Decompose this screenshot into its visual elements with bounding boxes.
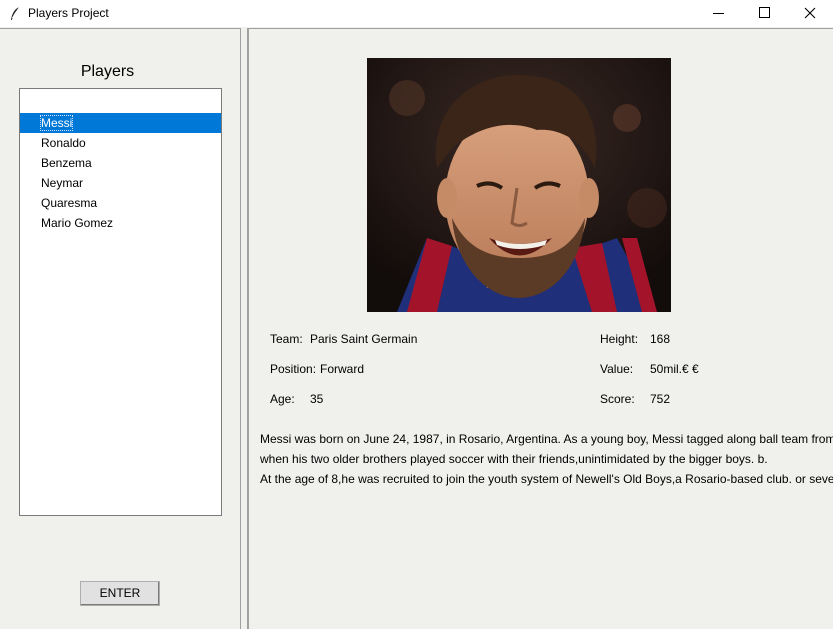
score-value: 752: [650, 392, 671, 406]
position-label: Position:: [270, 362, 317, 376]
list-item-neymar[interactable]: Neymar: [20, 173, 221, 193]
close-button[interactable]: [787, 0, 833, 27]
list-item-benzema[interactable]: Benzema: [20, 153, 221, 173]
player-photo: [367, 58, 671, 312]
team-label: Team:: [270, 332, 303, 346]
bio-line: Messi was born on June 24, 1987, in Rosa…: [260, 432, 833, 446]
feather-icon: [11, 6, 20, 20]
maximize-button[interactable]: [741, 0, 787, 27]
maximize-icon: [759, 7, 770, 18]
list-item-ronaldo[interactable]: Ronaldo: [20, 133, 221, 153]
player-details-panel: Team: Paris Saint Germain Position: Forw…: [247, 28, 833, 629]
list-item-quaresma[interactable]: Quaresma: [20, 193, 221, 213]
players-listbox[interactable]: Messi Ronaldo Benzema Neymar Quaresma Ma…: [19, 88, 222, 516]
list-item-messi[interactable]: Messi: [20, 113, 221, 133]
height-value: 168: [650, 332, 671, 346]
team-value: Paris Saint Germain: [310, 332, 418, 346]
value-label: Value:: [600, 362, 634, 376]
age-label: Age:: [270, 392, 295, 406]
list-item-mario-gomez[interactable]: Mario Gomez: [20, 213, 221, 233]
window-title: Players Project: [28, 6, 109, 20]
bio-line: At the age of 8,he was recruited to join…: [260, 472, 833, 486]
close-icon: [804, 7, 816, 19]
title-bar: Players Project: [0, 0, 833, 27]
minimize-icon: [713, 13, 724, 14]
minimize-button[interactable]: [695, 0, 741, 27]
age-value: 35: [310, 392, 324, 406]
player-bio: Messi was born on June 24, 1987, in Rosa…: [260, 429, 833, 489]
enter-button[interactable]: ENTER: [80, 581, 160, 606]
height-label: Height:: [600, 332, 639, 346]
position-value: Forward: [320, 362, 365, 376]
value-value: 50mil.€ €: [650, 362, 699, 376]
bio-line: when his two older brothers played socce…: [260, 452, 768, 466]
players-panel: Players Messi Ronaldo Benzema Neymar Qua…: [0, 28, 241, 629]
players-heading: Players: [80, 63, 135, 80]
score-label: Score:: [600, 392, 635, 406]
